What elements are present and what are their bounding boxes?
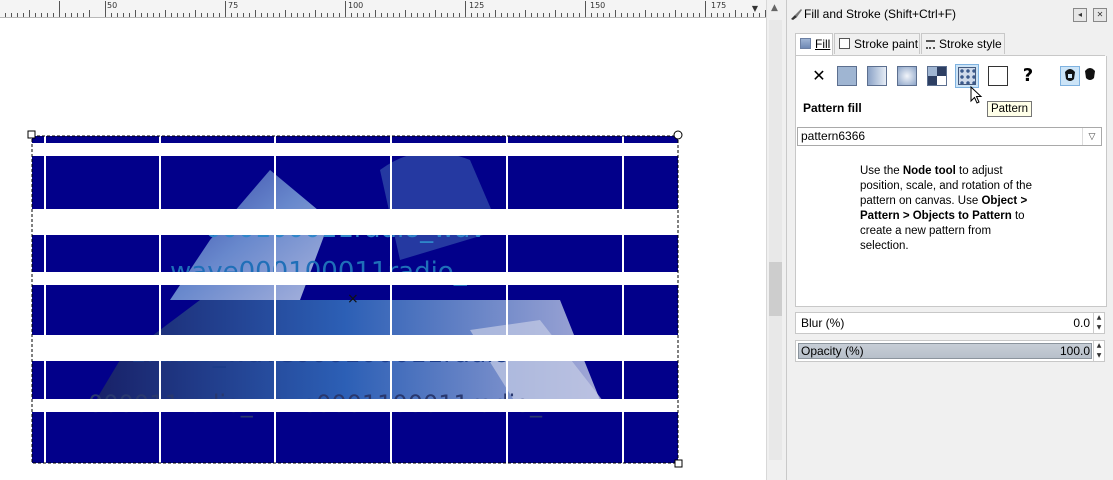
stroke-paint-icon	[839, 38, 850, 49]
blur-value[interactable]: 0.0	[1073, 316, 1090, 330]
pattern-dropdown-value: pattern6366	[801, 129, 866, 143]
scroll-thumb[interactable]	[769, 262, 782, 316]
pattern-stripe	[32, 209, 678, 235]
blur-field[interactable]: Blur (%) 0.0 ▲ ▼	[795, 312, 1105, 334]
tab-label: Stroke paint	[854, 37, 919, 51]
swatch-icon[interactable]	[988, 66, 1008, 86]
linear-gradient-icon[interactable]	[867, 66, 887, 86]
tab-label: Fill	[815, 37, 831, 51]
fill-rule-nonzero-icon[interactable]	[1081, 66, 1101, 86]
blur-label: Blur (%)	[801, 316, 845, 330]
pattern-stripe	[32, 399, 678, 412]
opacity-label: Opacity (%)	[801, 344, 864, 358]
evenodd-glyph	[1065, 69, 1075, 81]
close-icon[interactable]: ✕	[1093, 8, 1107, 22]
no-paint-icon[interactable]: ✕	[809, 66, 829, 86]
pattern-line	[44, 136, 46, 463]
scroll-up-icon[interactable]: ▲	[771, 3, 778, 13]
pattern-rotate-handle[interactable]	[673, 130, 683, 140]
pattern-scale-handle[interactable]	[674, 459, 683, 468]
tab-label: Stroke style	[939, 37, 1002, 51]
mesh-gradient-icon[interactable]	[927, 66, 947, 86]
pattern-line	[159, 136, 161, 463]
radial-gradient-icon[interactable]	[897, 66, 917, 86]
opacity-value[interactable]: 100.0	[1060, 344, 1090, 358]
vertical-scrollbar[interactable]: ▲	[766, 0, 785, 480]
canvas-area[interactable]: 50 75 100 125 150 175 ▼ 000100	[0, 0, 766, 480]
flat-color-icon[interactable]	[837, 66, 857, 86]
pattern-swatch-icon	[958, 67, 976, 85]
pattern-stripe	[32, 335, 678, 361]
chevron-down-icon[interactable]: ▽	[1082, 128, 1101, 145]
help-emphasis: Node tool	[902, 165, 956, 177]
pattern-stripe	[32, 272, 678, 285]
fill-rule-evenodd-icon[interactable]	[1060, 66, 1080, 86]
scroll-track[interactable]	[769, 20, 782, 460]
pattern-line	[506, 136, 508, 463]
center-mark-icon[interactable]: ×	[347, 291, 359, 307]
pattern-dropdown[interactable]: pattern6366 ▽	[797, 127, 1102, 146]
dock-icon[interactable]: ◂	[1073, 8, 1087, 22]
section-label: Pattern fill	[803, 101, 862, 115]
dialog-titlebar: Fill and Stroke (Shift+Ctrl+F) ◂ ✕	[787, 4, 1113, 24]
pattern-stripe	[32, 143, 678, 156]
tooltip: Pattern	[987, 101, 1033, 117]
pattern-line	[274, 136, 276, 463]
unset-paint-icon[interactable]: ?	[1018, 66, 1038, 86]
tab-stroke-paint[interactable]: Stroke paint	[834, 33, 920, 54]
pattern-line	[390, 136, 392, 463]
mouse-cursor-icon	[970, 86, 983, 104]
fill-icon	[800, 38, 811, 49]
nonzero-glyph	[1085, 68, 1095, 80]
spin-arrows-icon[interactable]: ▲ ▼	[1093, 313, 1104, 333]
dialog-title: Fill and Stroke (Shift+Ctrl+F)	[804, 7, 957, 21]
pattern-icon[interactable]	[955, 64, 979, 88]
opacity-field[interactable]: Opacity (%) 100.0 ▲ ▼	[795, 340, 1105, 362]
pattern-line	[622, 136, 624, 463]
pattern-help-text: Use the Node tool to adjust position, sc…	[860, 164, 1040, 254]
help-text: Use the	[860, 165, 903, 177]
tab-stroke-style[interactable]: Stroke style	[921, 33, 1005, 54]
selection-handle[interactable]	[27, 130, 36, 139]
spin-arrows-icon[interactable]: ▲ ▼	[1093, 341, 1104, 361]
stroke-style-icon	[926, 40, 935, 49]
fill-and-stroke-dialog: Fill and Stroke (Shift+Ctrl+F) ◂ ✕ Fill …	[786, 0, 1113, 480]
paint-brush-icon	[791, 9, 802, 20]
drawing-canvas[interactable]: 000100011radio_wav wave000100011radio_ 1…	[0, 0, 766, 480]
tab-fill[interactable]: Fill	[795, 33, 833, 55]
